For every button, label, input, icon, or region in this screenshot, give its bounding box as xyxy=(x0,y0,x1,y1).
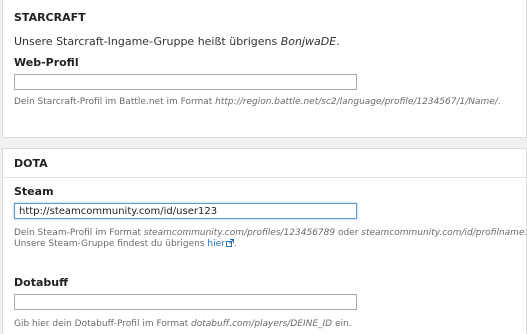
steam-group-help-prefix: Unsere Steam-Gruppe findest du übrigens xyxy=(14,239,208,249)
starcraft-panel: STARCRAFT Unsere Starcraft-Ingame-Gruppe… xyxy=(2,0,527,138)
starcraft-section-title: STARCRAFT xyxy=(14,11,86,24)
steam-group-help-suffix: . xyxy=(233,239,237,249)
web-profile-help-suffix: . xyxy=(497,97,501,107)
dotabuff-help-suffix: ein. xyxy=(332,319,352,329)
steam-group-link[interactable]: hier xyxy=(207,239,234,251)
web-profile-help-prefix: Dein Starcraft-Profil im Battle.net im F… xyxy=(14,97,216,107)
dotabuff-profile-input[interactable] xyxy=(14,294,357,310)
dota-panel: DOTA Steam Dein Steam-Profil im Format s… xyxy=(2,148,527,334)
steam-help-format-id: steamcommunity.com/id/profilname xyxy=(361,228,525,238)
external-link-icon xyxy=(225,239,234,251)
dotabuff-help-text: Gib hier dein Dotabuff-Profil im Format … xyxy=(14,318,352,330)
steam-help-or: oder xyxy=(335,228,362,238)
dotabuff-help-prefix: Gib hier dein Dotabuff-Profil im Format xyxy=(14,319,192,329)
dotabuff-label: Dotabuff xyxy=(14,276,68,289)
web-profile-input[interactable] xyxy=(14,74,357,90)
web-profile-help-text: Dein Starcraft-Profil im Battle.net im F… xyxy=(14,96,501,108)
steam-profile-input[interactable] xyxy=(14,203,357,219)
steam-help-prefix: Dein Steam-Profil im Format xyxy=(14,228,144,238)
steam-group-link-label: hier xyxy=(207,239,225,249)
web-profile-label: Web-Profil xyxy=(14,56,79,69)
profile-settings-page: STARCRAFT Unsere Starcraft-Ingame-Gruppe… xyxy=(0,0,527,334)
starcraft-intro-text: Unsere Starcraft-Ingame-Gruppe heißt übr… xyxy=(14,35,340,48)
dota-title-divider xyxy=(3,177,526,178)
dota-section-title: DOTA xyxy=(14,157,48,170)
starcraft-group-name: BonjwaDE xyxy=(280,35,337,48)
starcraft-intro-prefix: Unsere Starcraft-Ingame-Gruppe heißt übr… xyxy=(14,35,281,48)
steam-help-format-profiles: steamcommunity.com/profiles/123456789 xyxy=(143,228,336,238)
steam-help-text-line2: Unsere Steam-Gruppe findest du übrigens … xyxy=(14,238,237,251)
dotabuff-help-format: dotabuff.com/players/DEINE_ID xyxy=(191,319,333,329)
steam-label: Steam xyxy=(14,185,54,198)
web-profile-help-format: http://region.battle.net/sc2/language/pr… xyxy=(215,97,498,107)
starcraft-intro-suffix: . xyxy=(336,35,340,48)
